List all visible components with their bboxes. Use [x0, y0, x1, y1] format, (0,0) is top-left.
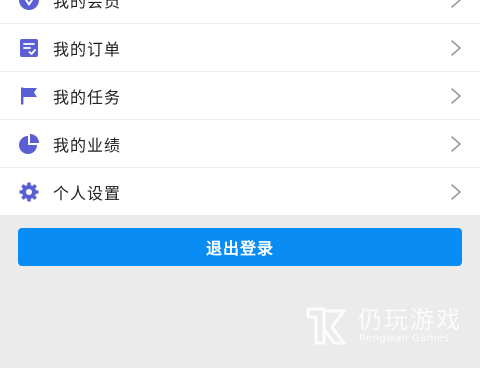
- chevron-right-icon: [450, 39, 462, 57]
- watermark-logo-icon: [304, 303, 348, 347]
- watermark-title: 仍玩游戏: [358, 306, 462, 334]
- watermark: 仍玩游戏 Rengwan Games: [304, 300, 474, 350]
- menu-item-label: 我的任务: [53, 87, 122, 107]
- menu-item-orders[interactable]: 我的订单: [0, 24, 480, 72]
- menu-item-label: 个人设置: [53, 183, 122, 203]
- watermark-subtitle: Rengwan Games: [359, 333, 450, 344]
- logout-button[interactable]: 退出登录: [18, 228, 462, 266]
- menu-item-tasks[interactable]: 我的任务: [0, 72, 480, 120]
- order-checklist-icon: [18, 37, 40, 59]
- chevron-right-icon: [450, 0, 462, 9]
- menu-item-settings[interactable]: 个人设置: [0, 168, 480, 215]
- menu-item-label: 我的订单: [53, 39, 122, 59]
- chevron-right-icon: [450, 183, 462, 201]
- vip-diamond-icon: [18, 0, 40, 11]
- chevron-right-icon: [450, 135, 462, 153]
- pie-chart-icon: [18, 133, 40, 155]
- gear-icon: [18, 181, 40, 203]
- menu-item-label: 我的会员: [53, 0, 122, 11]
- chevron-right-icon: [450, 87, 462, 105]
- menu-item-membership[interactable]: 我的会员: [0, 0, 480, 24]
- profile-menu: 我的会员 我的订单 我的任务 我的业绩 个人设置: [0, 0, 480, 215]
- flag-icon: [18, 85, 40, 107]
- menu-item-performance[interactable]: 我的业绩: [0, 120, 480, 168]
- menu-item-label: 我的业绩: [53, 135, 122, 155]
